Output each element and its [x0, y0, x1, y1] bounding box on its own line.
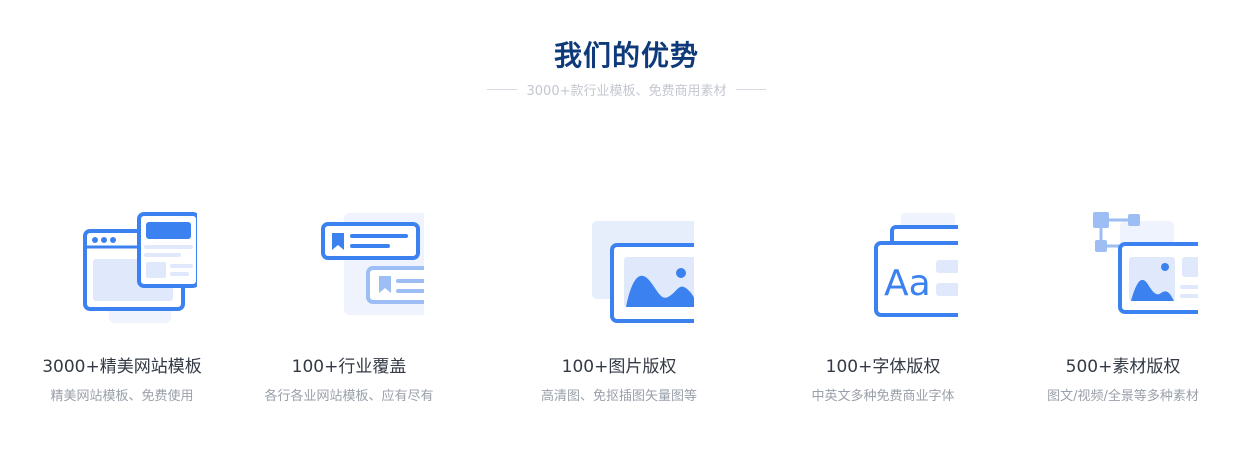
feature-industry-coverage[interactable]: 100+行业覆盖 各行各业网站模板、应有尽有 — [229, 205, 469, 404]
subtitle-right-line — [736, 89, 767, 90]
feature-name: 100+图片版权 — [561, 357, 677, 377]
font-copyright-icon: Aa — [808, 205, 958, 330]
feature-website-templates[interactable]: 3000+精美网站模板 精美网站模板、免费使用 — [2, 205, 242, 404]
feature-desc: 中英文多种免费商业字体 — [811, 389, 955, 404]
advantages-section: 我们的优势 3000+款行业模板、免费商用素材 3000+精美网站模板 精美网站… — [0, 0, 1253, 450]
svg-text:Aa: Aa — [884, 263, 931, 304]
feature-name: 100+行业覆盖 — [291, 357, 407, 377]
feature-desc: 高清图、免抠插图矢量图等 — [540, 389, 697, 404]
subtitle-left-line — [486, 89, 517, 90]
website-template-icon — [47, 205, 197, 330]
feature-name: 500+素材版权 — [1065, 357, 1181, 377]
feature-desc: 图文/视频/全景等多种素材 — [1047, 389, 1199, 404]
section-subtitle: 3000+款行业模板、免费商用素材 — [526, 84, 727, 99]
industry-cards-icon — [274, 205, 424, 330]
feature-material-copyright[interactable]: 500+素材版权 图文/视频/全景等多种素材 — [1003, 205, 1243, 404]
section-subtitle-row: 3000+款行业模板、免费商用素材 — [0, 80, 1253, 99]
feature-font-copyright[interactable]: Aa 100+字体版权 中英文多种免费商业字体 — [763, 205, 1003, 404]
feature-desc: 精美网站模板、免费使用 — [50, 389, 194, 404]
section-title: 我们的优势 — [553, 39, 699, 72]
feature-desc: 各行各业网站模板、应有尽有 — [264, 389, 434, 404]
image-copyright-icon — [544, 205, 694, 330]
feature-name: 100+字体版权 — [825, 357, 941, 377]
feature-name: 3000+精美网站模板 — [42, 357, 202, 377]
feature-image-copyright[interactable]: 100+图片版权 高清图、免抠插图矢量图等 — [499, 205, 739, 404]
material-copyright-icon — [1048, 205, 1198, 330]
